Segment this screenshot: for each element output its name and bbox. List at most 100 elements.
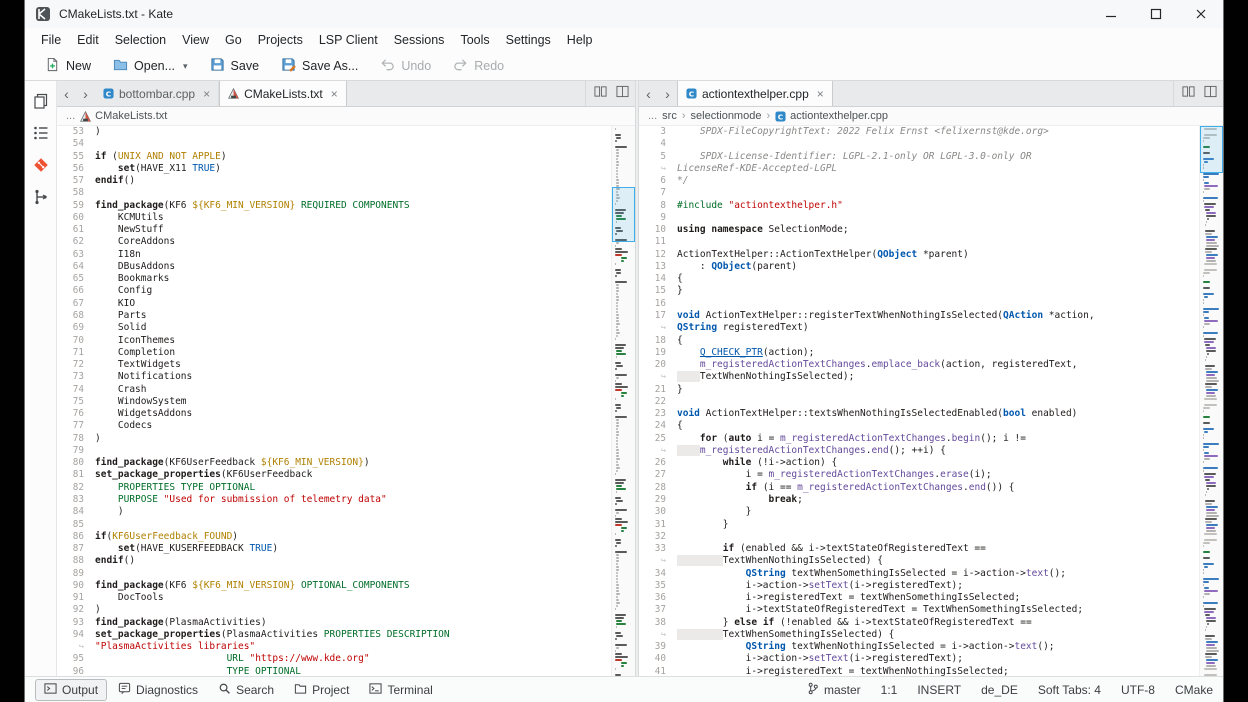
code-line[interactable]: break; (677, 494, 1199, 506)
breadcrumb-ellipsis[interactable]: ... (648, 110, 657, 122)
code-line[interactable]: Q_CHECK_PTR(action); (677, 347, 1199, 359)
menu-item-go[interactable]: Go (217, 30, 250, 50)
code-editor-left[interactable]: ) if (UNIX AND NOT APPLE) set(HAVE_X11 TR… (95, 126, 611, 676)
code-line[interactable]: i->textStateOfRegisteredText = TextWhenS… (677, 604, 1199, 616)
terminal-button[interactable]: Terminal (360, 679, 441, 701)
maximize-button[interactable] (1133, 0, 1178, 28)
code-line[interactable]: NewStuff (95, 224, 611, 236)
code-line[interactable]: set(HAVE_X11 TRUE) (95, 163, 611, 175)
output-button[interactable]: Output (35, 679, 107, 701)
code-line[interactable]: } (677, 285, 1199, 297)
code-line[interactable]: void ActionTextHelper::registerTextWhenN… (677, 310, 1199, 322)
menu-item-help[interactable]: Help (559, 30, 601, 50)
undo-button[interactable]: Undo (372, 54, 439, 78)
code-line[interactable]: ) (95, 506, 611, 518)
code-line[interactable]: { (677, 335, 1199, 347)
encoding[interactable]: UTF-8 (1121, 683, 1155, 697)
code-line[interactable] (677, 138, 1199, 150)
code-line[interactable]: KCMUtils (95, 212, 611, 224)
code-line[interactable]: find_package(KF6 ${KF6_MIN_VERSION} REQU… (95, 200, 611, 212)
code-line[interactable]: LicenseRef-KDE-Accepted-LGPL (677, 163, 1199, 175)
tab-cmakelists-txt[interactable]: CMakeLists.txt× (219, 81, 347, 106)
close-button[interactable] (1178, 0, 1223, 28)
history-back-icon[interactable]: ‹ (57, 81, 76, 106)
tab-close-icon[interactable]: × (203, 87, 210, 101)
documents-icon[interactable] (31, 91, 51, 111)
code-line[interactable]: set(HAVE_KUSERFEEDBACK TRUE) (95, 543, 611, 555)
code-line[interactable]: { (677, 273, 1199, 285)
input-mode[interactable]: INSERT (917, 683, 961, 697)
breadcrumb-segment[interactable]: src (662, 110, 677, 122)
code-line[interactable]: DocTools (95, 592, 611, 604)
code-line[interactable]: for (auto i = m_registeredActionTextChan… (677, 433, 1199, 445)
minimap-right[interactable] (1199, 126, 1223, 676)
code-line[interactable] (677, 187, 1199, 199)
dictionary[interactable]: de_DE (981, 683, 1018, 697)
menu-item-file[interactable]: File (33, 30, 69, 50)
code-line[interactable]: i = m_registeredActionTextChanges.erase(… (677, 469, 1199, 481)
minimize-button[interactable] (1088, 0, 1133, 28)
breadcrumb-left[interactable]: ...CMakeLists.txt (57, 107, 635, 126)
code-line[interactable]: SPDX-FileCopyrightText: 2022 Felix Ernst… (677, 126, 1199, 138)
code-line[interactable]: Crash (95, 384, 611, 396)
split-vertical-icon[interactable] (594, 85, 607, 103)
code-line[interactable]: ) (95, 604, 611, 616)
code-editor-right[interactable]: SPDX-FileCopyrightText: 2022 Felix Ernst… (677, 126, 1199, 676)
code-line[interactable] (677, 236, 1199, 248)
diagnostics-button[interactable]: Diagnostics (109, 679, 207, 701)
code-line[interactable]: } (677, 506, 1199, 518)
code-line[interactable]: i->action->setText(i->registeredText); (677, 653, 1199, 665)
code-line[interactable]: if (UNIX AND NOT APPLE) (95, 151, 611, 163)
code-line[interactable]: QString textWhenNothingIsSelected = i->a… (677, 641, 1199, 653)
new-button[interactable]: New (37, 54, 99, 78)
project-button[interactable]: Project (285, 679, 358, 701)
git-icon[interactable] (31, 155, 51, 175)
code-line[interactable]: Completion (95, 347, 611, 359)
code-line[interactable]: TextWhenNothingIsSelected) { (677, 555, 1199, 567)
code-line[interactable]: } (677, 519, 1199, 531)
code-line[interactable]: TextWhenSomethingIsSelected) { (677, 629, 1199, 641)
code-line[interactable]: find_package(PlasmaActivities) (95, 617, 611, 629)
split-view-menu-icon[interactable] (616, 85, 629, 103)
search-button[interactable]: Search (209, 679, 283, 701)
menu-item-settings[interactable]: Settings (498, 30, 559, 50)
syntax-mode[interactable]: CMake (1175, 683, 1213, 697)
code-line[interactable]: } else if (!enabled && i->textStateOfReg… (677, 617, 1199, 629)
split-view-menu-icon[interactable] (1204, 85, 1217, 103)
code-line[interactable]: while (!i->action) { (677, 457, 1199, 469)
code-line[interactable] (95, 138, 611, 150)
code-line[interactable]: endif() (95, 175, 611, 187)
code-line[interactable]: using namespace SelectionMode; (677, 224, 1199, 236)
code-line[interactable]: URL "https://www.kde.org" (95, 653, 611, 665)
code-line[interactable] (95, 519, 611, 531)
code-line[interactable]: Config (95, 285, 611, 297)
menu-item-edit[interactable]: Edit (69, 30, 107, 50)
breadcrumb-segment[interactable]: CMakeLists.txt (80, 110, 167, 122)
save-as-button[interactable]: Save As... (273, 54, 366, 78)
code-line[interactable]: m_registeredActionTextChanges.end(); ++i… (677, 445, 1199, 457)
code-line[interactable]: endif() (95, 555, 611, 567)
code-line[interactable] (677, 212, 1199, 224)
tab-actiontexthelper-cpp[interactable]: Cactiontexthelper.cpp× (677, 81, 833, 106)
code-line[interactable]: i->registeredText = textWhenNothingIsSel… (677, 666, 1199, 676)
code-line[interactable]: find_package(KF6 ${KF6_MIN_VERSION} OPTI… (95, 580, 611, 592)
code-line[interactable]: if (enabled && i->textStateOfRegisteredT… (677, 543, 1199, 555)
code-line[interactable]: : QObject(parent) (677, 261, 1199, 273)
code-line[interactable]: Parts (95, 310, 611, 322)
code-line[interactable]: } (677, 384, 1199, 396)
code-line[interactable]: TextWidgets (95, 359, 611, 371)
code-line[interactable]: */ (677, 175, 1199, 187)
menu-item-view[interactable]: View (174, 30, 217, 50)
code-line[interactable]: set_package_properties(PlasmaActivities … (95, 629, 611, 641)
menu-item-lsp-client[interactable]: LSP Client (311, 30, 386, 50)
open-button[interactable]: Open... ▾ (105, 54, 196, 78)
menu-item-projects[interactable]: Projects (250, 30, 311, 50)
code-line[interactable]: Bookmarks (95, 273, 611, 285)
code-line[interactable]: KIO (95, 298, 611, 310)
code-line[interactable]: I18n (95, 249, 611, 261)
redo-button[interactable]: Redo (445, 54, 512, 78)
code-line[interactable]: WindowSystem (95, 396, 611, 408)
menu-item-selection[interactable]: Selection (107, 30, 174, 50)
code-line[interactable]: Solid (95, 322, 611, 334)
history-back-icon[interactable]: ‹ (639, 81, 658, 106)
